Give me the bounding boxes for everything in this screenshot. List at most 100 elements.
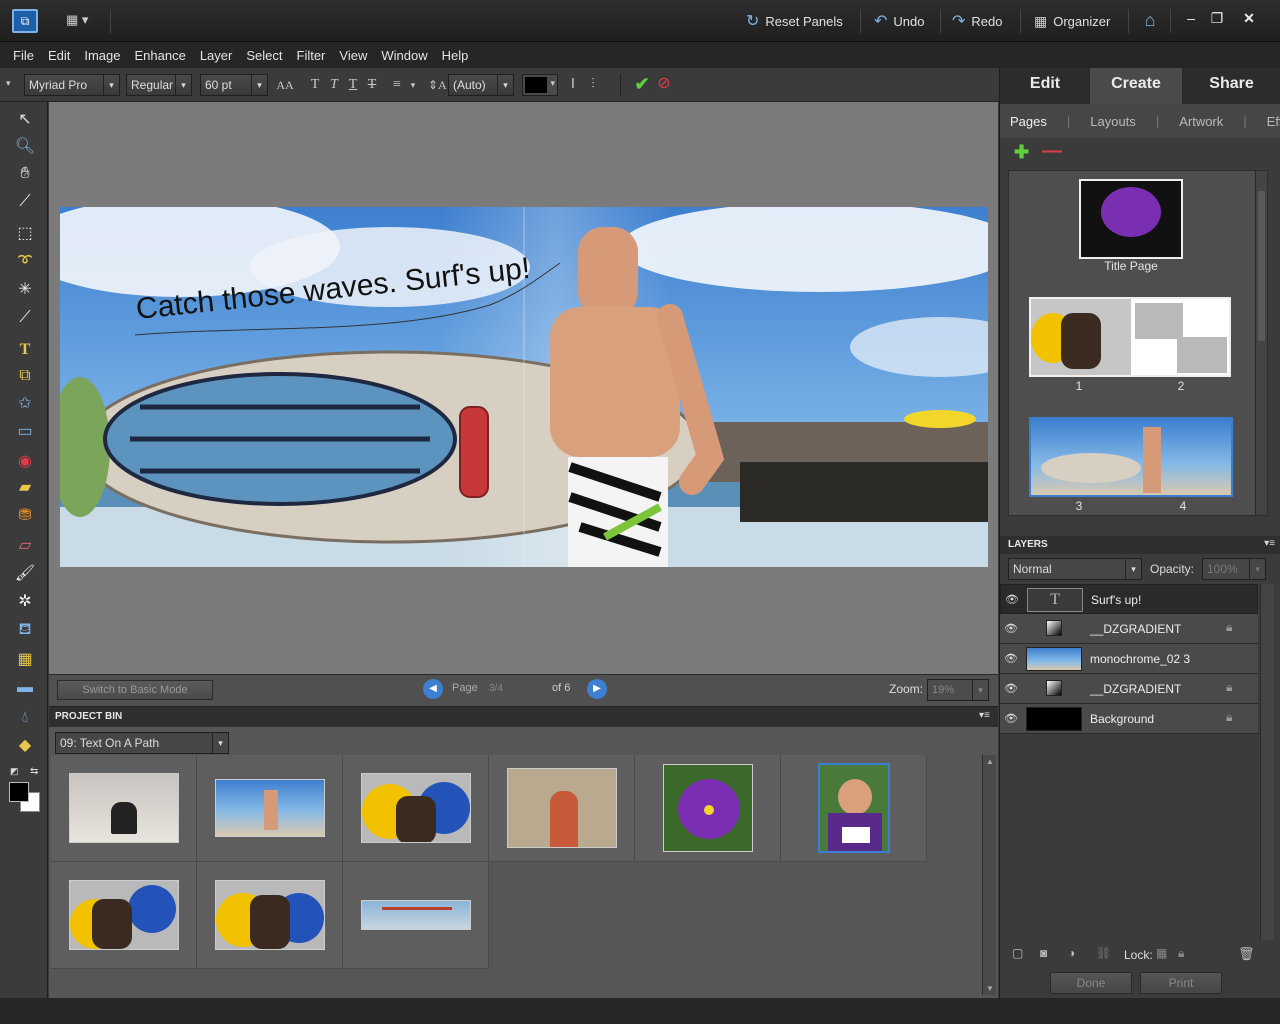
leading-select[interactable]: (Auto) ▾ bbox=[448, 74, 514, 96]
add-page-icon[interactable]: ✚ bbox=[1014, 142, 1029, 163]
eye-icon[interactable]: 👁︎ bbox=[1002, 710, 1020, 728]
bin-item-selected[interactable] bbox=[781, 755, 927, 862]
layer-row-background[interactable]: 👁︎ Background 🔒︎ bbox=[1000, 704, 1258, 734]
brush-tool-icon[interactable]: 🖌︎ bbox=[12, 562, 38, 586]
subtab-layouts[interactable]: Layouts bbox=[1080, 114, 1146, 129]
paint-bucket-tool-icon[interactable]: ⛾ bbox=[12, 618, 38, 642]
link-layers-icon[interactable]: ⛓︎ bbox=[1096, 946, 1111, 960]
smart-brush-tool-icon[interactable]: ✲ bbox=[12, 590, 38, 614]
menu-edit[interactable]: Edit bbox=[41, 48, 77, 63]
lasso-tool-icon[interactable]: ➰︎ bbox=[12, 250, 38, 274]
font-style-select[interactable]: Regular ▾ bbox=[126, 74, 192, 96]
switch-basic-mode-button[interactable]: Switch to Basic Mode bbox=[57, 680, 213, 700]
eye-icon[interactable]: 👁︎ bbox=[1003, 591, 1021, 609]
remove-page-icon[interactable]: — bbox=[1042, 140, 1062, 163]
pages-scrollbar[interactable] bbox=[1255, 171, 1267, 515]
lock-transparent-icon[interactable]: ▦ bbox=[1156, 946, 1167, 960]
foreground-color-swatch[interactable] bbox=[9, 782, 29, 802]
strikethrough-icon[interactable]: T bbox=[363, 76, 381, 94]
cookie-cutter-tool-icon[interactable]: ✩ bbox=[12, 392, 38, 416]
shape-tool-icon[interactable]: ▬ bbox=[12, 676, 38, 700]
zoom-select[interactable]: 19% ▾ bbox=[927, 679, 989, 701]
page-thumb-spread-3-4[interactable] bbox=[1029, 417, 1233, 497]
undo-button[interactable]: ↶ Undo bbox=[866, 8, 932, 34]
workspace-switch-icon[interactable]: ▦ ▾ bbox=[66, 12, 100, 30]
subtab-effects[interactable]: Effects bbox=[1257, 114, 1280, 129]
bin-item[interactable] bbox=[51, 755, 197, 862]
move-tool-icon[interactable]: ↖ bbox=[12, 108, 38, 132]
straighten-tool-icon[interactable]: ▭ bbox=[12, 420, 38, 444]
delete-layer-icon[interactable]: 🗑︎ bbox=[1238, 946, 1255, 962]
print-button[interactable]: Print bbox=[1140, 972, 1222, 994]
cancel-icon[interactable]: ⊘ bbox=[654, 74, 674, 94]
layers-menu-icon[interactable]: ▾≡ bbox=[1264, 538, 1275, 549]
reset-panels-button[interactable]: ↻ Reset Panels bbox=[738, 8, 851, 34]
red-eye-tool-icon[interactable]: ◉ bbox=[12, 450, 38, 474]
layer-row-text[interactable]: 👁︎ T Surf's up! bbox=[1000, 584, 1258, 614]
crop-tool-icon[interactable]: ⧉ bbox=[12, 364, 38, 388]
menu-help[interactable]: Help bbox=[435, 48, 476, 63]
zoom-tool-icon[interactable]: 🔍︎ bbox=[12, 135, 38, 159]
bin-item[interactable] bbox=[197, 755, 343, 862]
menu-filter[interactable]: Filter bbox=[290, 48, 333, 63]
new-layer-icon[interactable]: ▢ bbox=[1012, 946, 1023, 960]
bin-scrollbar[interactable]: ▲ ▼ bbox=[982, 755, 996, 995]
bin-item[interactable] bbox=[343, 755, 489, 862]
menu-view[interactable]: View bbox=[332, 48, 374, 63]
maximize-icon[interactable]: ❐ bbox=[1206, 8, 1228, 28]
page-number-field[interactable]: 3/4 bbox=[485, 680, 537, 698]
bold-icon[interactable]: T bbox=[306, 76, 324, 94]
eye-icon[interactable]: 👁︎ bbox=[1002, 680, 1020, 698]
layer-row-gradient-1[interactable]: 👁︎ __DZGRADIENT 🔒︎ bbox=[1000, 614, 1258, 644]
gradient-tool-icon[interactable]: ▦ bbox=[12, 648, 38, 672]
bin-item[interactable] bbox=[489, 755, 635, 862]
lock-all-icon[interactable]: 🔒︎ bbox=[1178, 946, 1184, 961]
bin-item[interactable] bbox=[343, 862, 489, 969]
tool-preset-dropdown[interactable]: ▾ bbox=[6, 78, 11, 89]
font-size-select[interactable]: 60 pt ▾ bbox=[200, 74, 268, 96]
blend-mode-select[interactable]: Normal ▾ bbox=[1008, 558, 1142, 580]
menu-window[interactable]: Window bbox=[374, 48, 434, 63]
underline-icon[interactable]: T bbox=[344, 76, 362, 94]
menu-select[interactable]: Select bbox=[239, 48, 289, 63]
marquee-tool-icon[interactable]: ⬚ bbox=[12, 222, 38, 246]
opacity-select[interactable]: 100% ▾ bbox=[1202, 558, 1266, 580]
align-dropdown-icon[interactable]: ▾ bbox=[404, 76, 422, 94]
eye-icon[interactable]: 👁︎ bbox=[1002, 650, 1020, 668]
new-adjustment-layer-icon[interactable]: ◙ bbox=[1040, 946, 1047, 960]
text-color-swatch[interactable]: ▾ bbox=[522, 74, 558, 96]
layers-scrollbar[interactable] bbox=[1260, 584, 1274, 940]
font-family-select[interactable]: Myriad Pro ▾ bbox=[24, 74, 120, 96]
menu-file[interactable]: File bbox=[6, 48, 41, 63]
quick-selection-tool-icon[interactable]: ⟋ bbox=[12, 306, 38, 330]
blur-tool-icon[interactable]: 💧︎ bbox=[12, 706, 38, 730]
italic-icon[interactable]: T bbox=[325, 76, 343, 94]
eraser-tool-icon[interactable]: ▱ bbox=[12, 534, 38, 558]
sponge-tool-icon[interactable]: ◆ bbox=[12, 734, 38, 758]
hand-tool-icon[interactable]: ✋︎ bbox=[12, 162, 38, 186]
bin-item[interactable] bbox=[51, 862, 197, 969]
previous-page-button[interactable]: ◀ bbox=[423, 679, 443, 699]
subtab-artwork[interactable]: Artwork bbox=[1169, 114, 1233, 129]
layer-row-photo[interactable]: 👁︎ monochrome_02 3 bbox=[1000, 644, 1258, 674]
minimize-icon[interactable]: – bbox=[1180, 8, 1202, 28]
photo-book-spread[interactable]: Catch those waves. Surf's up! bbox=[60, 207, 988, 567]
tab-share[interactable]: Share bbox=[1182, 68, 1280, 104]
bin-source-select[interactable]: 09: Text On A Path ▾ bbox=[55, 732, 229, 754]
tab-edit[interactable]: Edit bbox=[1000, 68, 1090, 104]
clone-stamp-tool-icon[interactable]: ⛃ bbox=[12, 504, 38, 528]
swap-colors-icon[interactable]: ⇆ bbox=[30, 766, 38, 777]
home-icon[interactable]: ⌂ bbox=[1138, 10, 1162, 32]
close-icon[interactable]: ✕ bbox=[1238, 8, 1260, 28]
tab-create[interactable]: Create bbox=[1090, 68, 1182, 104]
page-thumb-title[interactable] bbox=[1079, 179, 1183, 259]
warp-text-icon[interactable]: Ⅰ bbox=[564, 76, 582, 94]
layer-row-gradient-2[interactable]: 👁︎ __DZGRADIENT 🔒︎ bbox=[1000, 674, 1258, 704]
anti-alias-icon[interactable]: AA bbox=[276, 76, 294, 94]
eye-icon[interactable]: 👁︎ bbox=[1002, 620, 1020, 638]
magic-wand-tool-icon[interactable]: ✳︎ bbox=[12, 278, 38, 302]
healing-brush-tool-icon[interactable]: ▰ bbox=[12, 476, 38, 500]
layer-mask-icon[interactable]: ◑ bbox=[1068, 946, 1075, 960]
eyedropper-tool-icon[interactable]: ⟋ bbox=[12, 190, 38, 214]
bin-menu-icon[interactable]: ▾≡ bbox=[979, 710, 990, 721]
